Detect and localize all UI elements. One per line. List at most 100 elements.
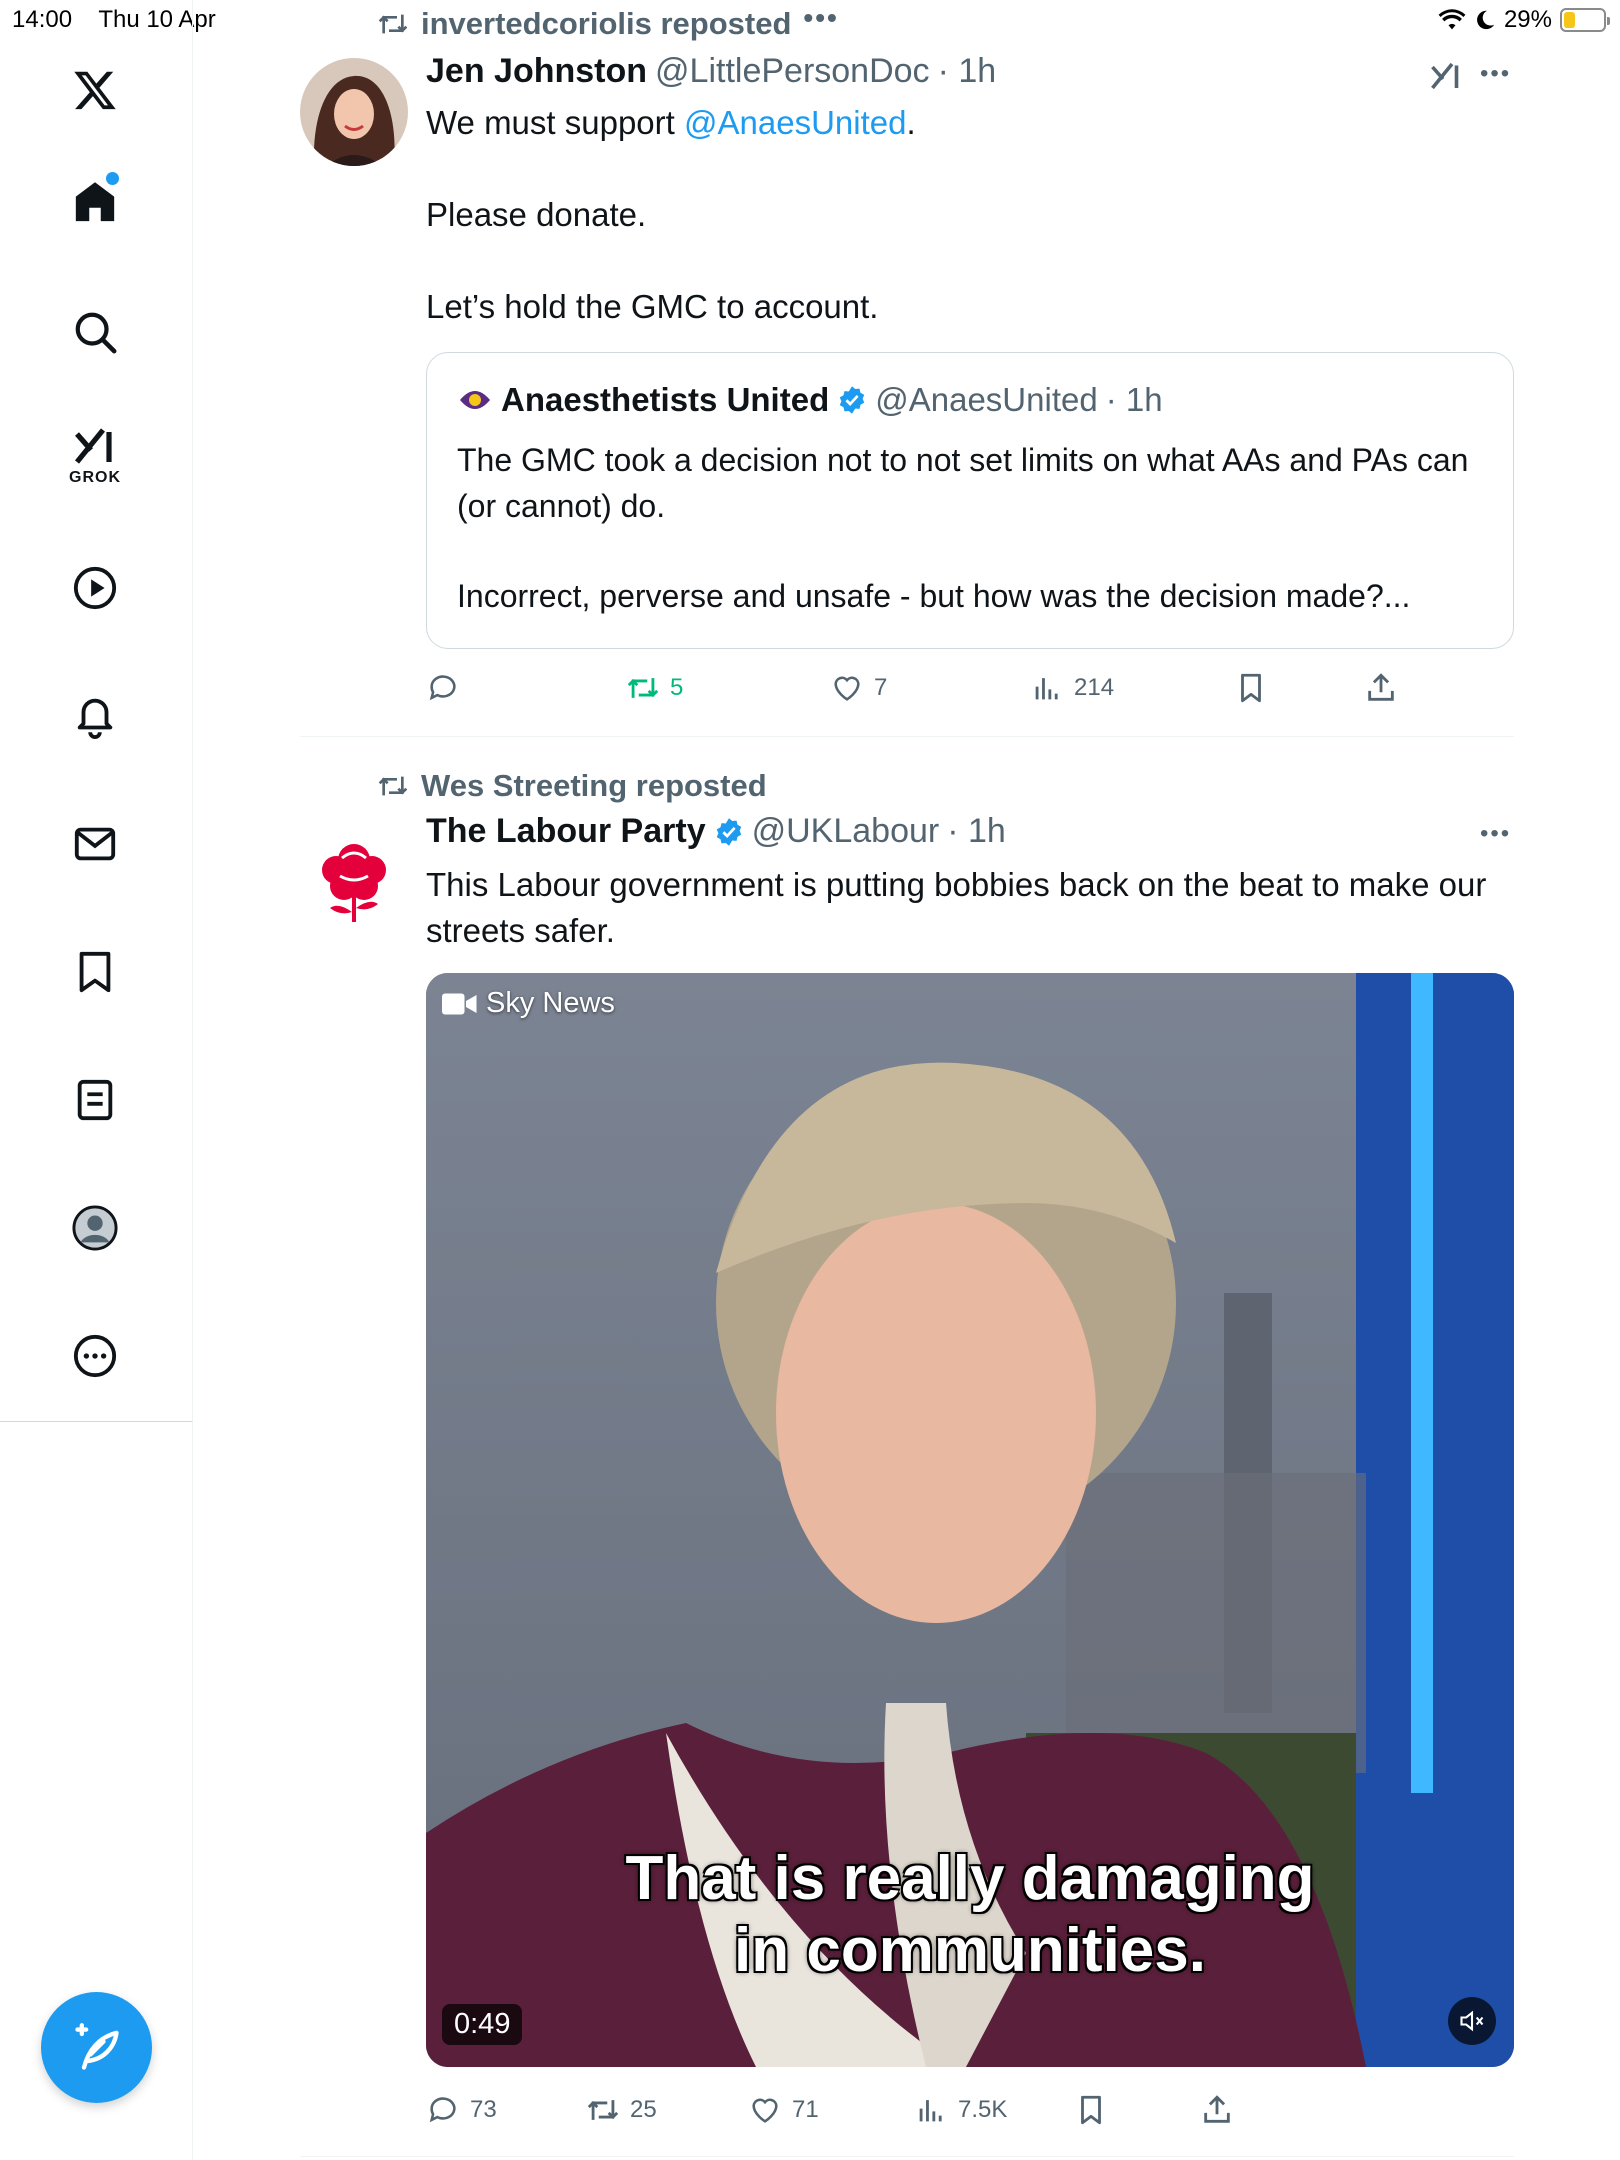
views-button[interactable]: 214 bbox=[1030, 671, 1114, 705]
author-name[interactable]: Jen Johnston bbox=[426, 52, 647, 91]
battery-icon bbox=[1560, 8, 1610, 32]
tweet-text-line: We must support bbox=[426, 104, 684, 141]
tweet-actions: 5 7 214 bbox=[426, 668, 1516, 708]
repost-context[interactable]: Wes Streeting reposted bbox=[377, 768, 767, 804]
quoted-tweet[interactable]: Anaesthetists United @AnaesUnited · 1h T… bbox=[426, 352, 1514, 649]
views-icon bbox=[919, 2100, 942, 2122]
x-logo-icon[interactable] bbox=[63, 58, 127, 122]
reply-icon bbox=[429, 2097, 456, 2123]
tweet-time[interactable]: · 1h bbox=[947, 812, 1006, 851]
video-source-label: Sky News bbox=[486, 987, 615, 1019]
tweet-header: The Labour Party @UKLabour · 1h bbox=[426, 812, 1006, 851]
quote-time[interactable]: · 1h bbox=[1106, 381, 1163, 419]
caption-line: That is really damaging bbox=[625, 1844, 1315, 1913]
repost-count: 25 bbox=[630, 2096, 657, 2123]
play-icon bbox=[73, 566, 117, 610]
views-button[interactable]: 7.5K bbox=[914, 2093, 1007, 2127]
repost-count: 5 bbox=[670, 674, 684, 701]
notification-dot bbox=[106, 172, 119, 185]
sidebar-item-profile[interactable] bbox=[63, 1196, 127, 1260]
video-camera-icon bbox=[442, 993, 477, 1014]
moon-icon bbox=[1477, 10, 1495, 30]
views-icon bbox=[1035, 678, 1058, 700]
muted-speaker-icon bbox=[1460, 2010, 1484, 2032]
reply-button[interactable]: 73 bbox=[426, 2093, 497, 2127]
grok-icon bbox=[74, 428, 112, 464]
grok-icon[interactable] bbox=[1428, 58, 1464, 99]
profile-icon bbox=[72, 1205, 118, 1251]
sidebar-divider bbox=[192, 1422, 193, 2160]
share-icon bbox=[1204, 2095, 1230, 2123]
repost-icon bbox=[378, 776, 408, 796]
quote-text-line: Incorrect, perverse and unsafe - but how… bbox=[457, 578, 1411, 614]
battery-percent: 29% bbox=[1503, 6, 1552, 33]
repost-icon bbox=[627, 678, 659, 698]
sidebar-item-messages[interactable] bbox=[63, 812, 127, 876]
wifi-icon bbox=[1438, 9, 1466, 30]
sidebar-item-videos[interactable] bbox=[63, 556, 127, 620]
bookmark-icon bbox=[1081, 2095, 1101, 2125]
avatar-jen-johnston[interactable] bbox=[300, 58, 408, 166]
mute-button[interactable] bbox=[1448, 1997, 1496, 2045]
avatar-labour-party[interactable] bbox=[300, 818, 408, 926]
quote-author-handle[interactable]: @AnaesUnited bbox=[875, 381, 1097, 419]
anaesthetists-united-avatar bbox=[458, 383, 492, 417]
tweet-time[interactable]: · 1h bbox=[938, 52, 997, 91]
share-button[interactable] bbox=[1364, 671, 1398, 705]
sidebar-item-grok[interactable]: GROK bbox=[63, 424, 127, 488]
tweet-text-line: Please donate. bbox=[426, 196, 647, 233]
bookmark-icon bbox=[79, 951, 111, 993]
video-duration: 0:49 bbox=[442, 2004, 523, 2045]
quote-author-name[interactable]: Anaesthetists United bbox=[501, 381, 829, 419]
sidebar-item-home[interactable] bbox=[63, 170, 127, 234]
sidebar-item-lists[interactable] bbox=[63, 1068, 127, 1132]
tweet-divider bbox=[300, 736, 1514, 737]
share-icon bbox=[1368, 673, 1394, 701]
views-count: 7.5K bbox=[958, 2096, 1008, 2123]
compose-button[interactable] bbox=[41, 1992, 152, 2103]
verified-badge-icon bbox=[716, 817, 741, 846]
sidebar-item-search[interactable] bbox=[63, 300, 127, 364]
author-handle[interactable]: @UKLabour bbox=[752, 812, 940, 851]
bookmark-button[interactable] bbox=[1234, 671, 1268, 705]
reply-button[interactable] bbox=[426, 671, 470, 705]
compose-feather-icon bbox=[74, 2022, 119, 2070]
reply-count: 73 bbox=[470, 2096, 497, 2123]
sidebar-item-notifications[interactable] bbox=[63, 684, 127, 748]
repost-icon bbox=[378, 14, 408, 34]
bell-icon bbox=[77, 698, 113, 739]
author-name[interactable]: The Labour Party bbox=[426, 812, 706, 851]
tweet-text-suffix: . bbox=[906, 104, 916, 141]
like-count: 71 bbox=[792, 2096, 819, 2123]
more-options-icon[interactable]: ••• bbox=[1480, 60, 1511, 88]
like-button[interactable]: 71 bbox=[748, 2093, 819, 2127]
like-count: 7 bbox=[874, 674, 888, 701]
repost-button[interactable]: 25 bbox=[586, 2093, 657, 2127]
bookmark-button[interactable] bbox=[1074, 2093, 1108, 2127]
bookmark-icon bbox=[1241, 673, 1261, 703]
caption-line: in communities. bbox=[734, 1916, 1206, 1985]
video-player[interactable]: Sky News That is really damaging in comm… bbox=[426, 973, 1514, 2067]
share-button[interactable] bbox=[1200, 2093, 1234, 2127]
quote-text-line: The GMC took a decision not to not set l… bbox=[457, 442, 1469, 524]
mail-icon bbox=[74, 827, 116, 861]
more-options-icon[interactable]: ••• bbox=[1480, 820, 1511, 848]
quote-text: The GMC took a decision not to not set l… bbox=[457, 437, 1487, 619]
author-handle[interactable]: @LittlePersonDoc bbox=[655, 52, 930, 91]
repost-by: invertedcoriolis reposted bbox=[421, 6, 792, 41]
tweet-header: Jen Johnston @LittlePersonDoc · 1h bbox=[426, 52, 996, 91]
sidebar-item-bookmarks[interactable] bbox=[63, 940, 127, 1004]
more-circle-icon bbox=[73, 1334, 117, 1378]
views-count: 214 bbox=[1074, 674, 1115, 701]
more-dots-icon: ••• bbox=[803, 2, 839, 33]
mention-link[interactable]: @AnaesUnited bbox=[684, 104, 906, 141]
heart-icon bbox=[752, 2098, 778, 2123]
tweet-text: This Labour government is putting bobbie… bbox=[426, 866, 1487, 949]
repost-by: Wes Streeting reposted bbox=[421, 768, 767, 803]
repost-context[interactable]: invertedcoriolis reposted ••• bbox=[377, 2, 839, 42]
repost-button[interactable]: 5 bbox=[626, 671, 683, 705]
sidebar-item-more[interactable] bbox=[63, 1324, 127, 1388]
tweet-text: We must support @AnaesUnited. Please don… bbox=[426, 100, 1516, 330]
tweet-divider bbox=[300, 2156, 1514, 2157]
like-button[interactable]: 7 bbox=[830, 671, 887, 705]
